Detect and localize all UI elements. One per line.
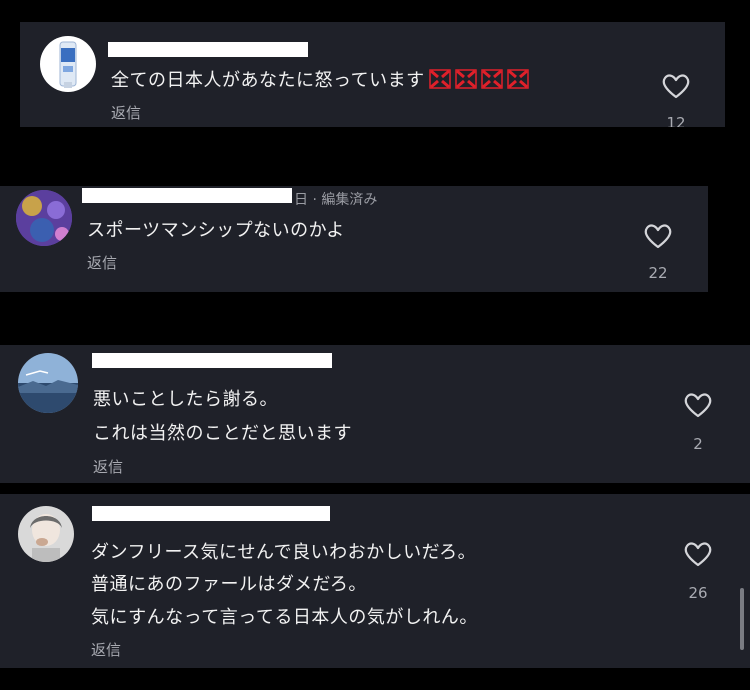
like-heart-icon[interactable] xyxy=(683,391,713,419)
sky-landscape-avatar[interactable] xyxy=(18,353,78,413)
comment-text: これは当然のことだと思います xyxy=(93,423,352,444)
like-count: 2 xyxy=(693,435,703,453)
anger-symbol-icon xyxy=(480,69,503,89)
anger-symbol-icon xyxy=(454,69,477,89)
toothpaste-tube-avatar[interactable] xyxy=(40,36,96,92)
anger-symbol-icon xyxy=(428,69,451,89)
comment-text: スポーツマンシップないのかよ xyxy=(87,220,345,241)
redacted-username xyxy=(108,42,308,57)
comment-text: 悪いことしたら謝る。 xyxy=(93,389,278,410)
comment-text: 全ての日本人があなたに怒っています xyxy=(111,66,529,92)
like-heart-icon[interactable] xyxy=(643,222,673,250)
reply-button[interactable]: 返信 xyxy=(93,456,123,477)
comment-card: ダンフリース気にせんで良いわおかしいだろ。 普通にあのファールはダメだろ。 気に… xyxy=(0,494,750,668)
comment-text: 普通にあのファールはダメだろ。 xyxy=(91,574,367,595)
reply-button[interactable]: 返信 xyxy=(91,639,121,660)
like-count: 12 xyxy=(666,114,686,127)
like-count: 22 xyxy=(648,264,668,282)
like-count: 26 xyxy=(688,584,708,602)
reply-button[interactable]: 返信 xyxy=(87,252,117,273)
purple-pattern-avatar[interactable] xyxy=(16,190,72,246)
comment-card: 全ての日本人があなたに怒っています 返信 12 xyxy=(20,22,725,127)
comment-meta: 日 · 編集済み xyxy=(294,192,378,208)
comment-text: 気にすんなって言ってる日本人の気がしれん。 xyxy=(91,607,478,628)
redacted-username xyxy=(92,506,330,521)
comment-card: 悪いことしたら謝る。 これは当然のことだと思います 返信 2 xyxy=(0,345,750,483)
like-heart-icon[interactable] xyxy=(683,540,713,568)
person-photo-avatar[interactable] xyxy=(18,506,74,562)
redacted-username xyxy=(92,353,332,368)
scrollbar[interactable] xyxy=(740,588,744,650)
like-heart-icon[interactable] xyxy=(661,72,691,100)
reply-button[interactable]: 返信 xyxy=(111,102,141,123)
redacted-username xyxy=(82,188,292,203)
comment-card: 日 · 編集済み スポーツマンシップないのかよ 返信 22 xyxy=(0,186,708,292)
anger-symbol-icon xyxy=(506,69,529,89)
comment-text: ダンフリース気にせんで良いわおかしいだろ。 xyxy=(91,542,477,563)
